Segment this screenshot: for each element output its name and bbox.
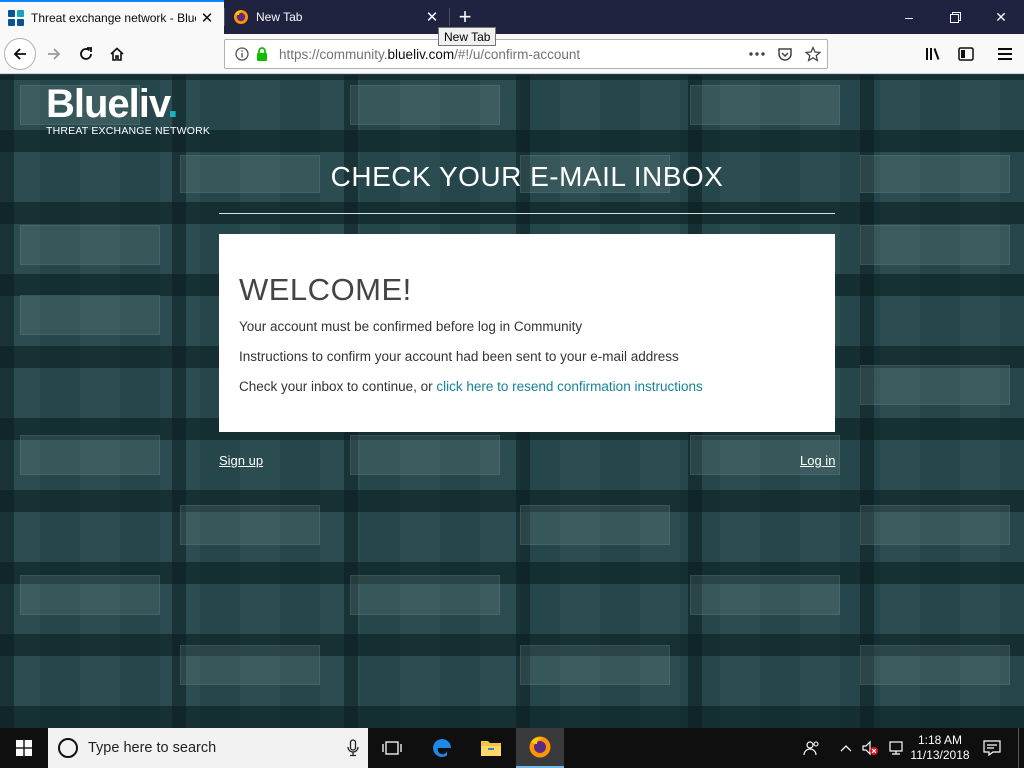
restore-icon[interactable] [932, 0, 978, 34]
chevron-up-icon[interactable] [836, 728, 856, 768]
cortana-icon [58, 738, 78, 758]
log-in-link[interactable]: Log in [800, 453, 835, 468]
tab-threat-exchange[interactable]: Threat exchange network - Blue ✕ [0, 0, 224, 34]
instructions-sent-text: Instructions to confirm your account had… [239, 349, 679, 364]
library-icon[interactable] [918, 38, 950, 70]
back-arrow-icon[interactable] [4, 38, 36, 70]
url-host: blueliv.com [387, 46, 455, 62]
welcome-card: WELCOME! Your account must be confirmed … [219, 234, 835, 432]
resend-confirmation-link[interactable]: click here to resend confirmation instru… [436, 379, 702, 394]
minimize-icon[interactable]: – [886, 0, 932, 34]
network-icon[interactable] [884, 728, 908, 768]
home-icon[interactable] [101, 38, 133, 70]
tooltip: New Tab [438, 27, 497, 46]
windows-taskbar: Type here to search 1:18 AM 11/13/2018 [0, 728, 1024, 768]
url-bar[interactable]: https://community.blueliv.com/#!/u/confi… [224, 39, 828, 69]
url-prefix: https://community. [279, 46, 388, 62]
clock-date: 11/13/2018 [910, 748, 970, 762]
close-icon[interactable]: ✕ [196, 7, 218, 29]
page-heading: CHECK YOUR E-MAIL INBOX [330, 161, 724, 192]
window-close-icon[interactable]: ✕ [978, 0, 1024, 34]
check-inbox-prefix: Check your inbox to continue, or [239, 379, 437, 394]
confirm-required-text: Your account must be confirmed before lo… [239, 319, 583, 334]
blueliv-favicon-icon [8, 10, 24, 26]
browser-tab-strip: Threat exchange network - Blue ✕ New Tab… [0, 0, 1024, 34]
url-text[interactable]: https://community.blueliv.com/#!/u/confi… [279, 47, 743, 62]
windows-start-icon[interactable] [0, 728, 48, 768]
task-view-icon[interactable] [368, 728, 416, 768]
bookmark-star-icon[interactable] [799, 46, 827, 62]
logo-wordmark: Blueliv [46, 82, 168, 126]
logo-dot: . [167, 82, 178, 126]
microphone-icon[interactable] [338, 739, 368, 757]
close-icon[interactable]: ✕ [421, 6, 443, 28]
clock-time: 1:18 AM [917, 733, 963, 747]
pocket-icon[interactable] [771, 46, 799, 62]
tab-title: Threat exchange network - Blue [31, 11, 196, 25]
forward-arrow-icon[interactable] [38, 38, 70, 70]
reload-icon[interactable] [70, 38, 102, 70]
logo-subtitle: THREAT EXCHANGE NETWORK [46, 125, 211, 137]
sidebar-icon[interactable] [950, 38, 982, 70]
taskbar-search-box[interactable]: Type here to search [48, 728, 368, 768]
system-clock[interactable]: 1:18 AM 11/13/2018 [906, 728, 974, 768]
show-desktop-button[interactable] [1018, 728, 1024, 768]
page-actions-icon[interactable] [743, 52, 771, 56]
search-placeholder: Type here to search [88, 740, 217, 756]
sign-up-link[interactable]: Sign up [219, 453, 263, 468]
firefox-taskbar-icon[interactable] [516, 728, 564, 768]
welcome-title: WELCOME! [239, 272, 412, 307]
file-explorer-icon[interactable] [467, 728, 515, 768]
volume-muted-icon[interactable] [858, 728, 882, 768]
edge-browser-icon[interactable] [418, 728, 466, 768]
navigation-bar: https://community.blueliv.com/#!/u/confi… [0, 34, 1024, 74]
action-center-icon[interactable] [980, 728, 1004, 768]
page-content: Blueliv. THREAT EXCHANGE NETWORK CHECK Y… [0, 75, 1024, 728]
tab-new-tab[interactable]: New Tab ✕ [224, 0, 450, 34]
firefox-icon [233, 9, 249, 25]
people-icon[interactable] [798, 728, 826, 768]
hamburger-menu-icon[interactable] [989, 38, 1021, 70]
heading-divider [219, 213, 835, 214]
tab-title: New Tab [256, 10, 303, 24]
blueliv-logo[interactable]: Blueliv. THREAT EXCHANGE NETWORK [46, 83, 210, 137]
info-icon[interactable] [231, 47, 253, 61]
check-inbox-text: Check your inbox to continue, or click h… [239, 379, 703, 394]
url-path: /#!/u/confirm-account [454, 46, 581, 62]
lock-icon[interactable] [253, 47, 271, 61]
